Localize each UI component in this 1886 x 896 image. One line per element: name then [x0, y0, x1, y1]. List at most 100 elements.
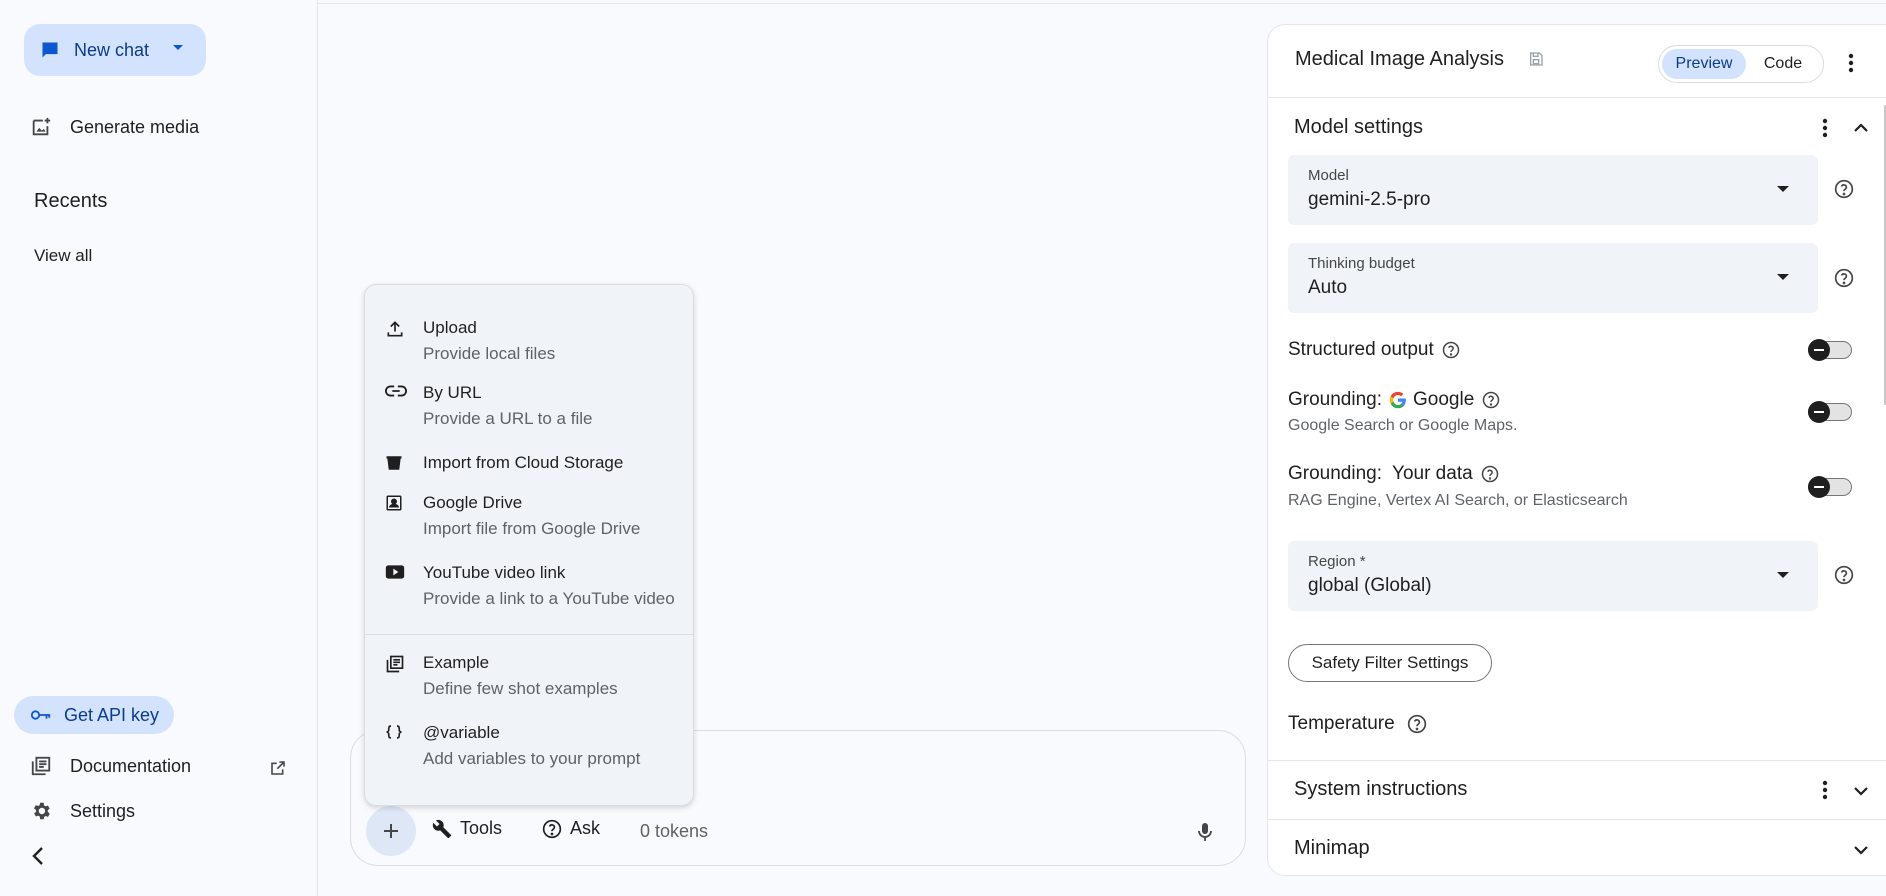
- help-icon[interactable]: [1834, 565, 1854, 585]
- view-all-link[interactable]: View all: [34, 246, 92, 266]
- youtube-icon: [385, 564, 409, 610]
- structured-output-row: Structured output: [1288, 339, 1460, 361]
- documentation-label: Documentation: [70, 755, 192, 776]
- recents-heading: Recents: [34, 190, 108, 212]
- minimap-title[interactable]: Minimap: [1294, 837, 1370, 860]
- chat-icon: [40, 40, 60, 60]
- menu-item-example[interactable]: Example Define few shot examples: [385, 652, 618, 700]
- new-chat-button[interactable]: New chat: [24, 24, 206, 76]
- temperature-label: Temperature: [1288, 713, 1395, 734]
- preview-tab[interactable]: Preview: [1662, 49, 1746, 79]
- thinking-budget-select[interactable]: Thinking budget Auto: [1288, 243, 1818, 313]
- more-vert-icon[interactable]: [1822, 118, 1828, 138]
- menu-item-variable[interactable]: @variable Add variables to your prompt: [385, 722, 640, 770]
- thinking-budget-label: Thinking budget: [1308, 255, 1415, 272]
- region-label: Region *: [1308, 553, 1366, 570]
- grounding-google-row: Grounding: Google: [1288, 389, 1500, 411]
- menu-item-title: By URL: [423, 383, 482, 402]
- token-count: 0 tokens: [640, 821, 709, 841]
- menu-divider: [365, 634, 693, 635]
- code-tab[interactable]: Code: [1746, 55, 1820, 73]
- save-icon[interactable]: [1528, 51, 1544, 67]
- google-logo-icon: [1389, 391, 1407, 409]
- section-divider: [1268, 819, 1886, 820]
- help-icon[interactable]: [1482, 391, 1500, 409]
- structured-output-label: Structured output: [1288, 339, 1434, 360]
- more-vert-icon[interactable]: [1822, 780, 1828, 800]
- more-vert-icon[interactable]: [1848, 53, 1854, 73]
- menu-item-google-drive[interactable]: Google Drive Import file from Google Dri…: [385, 492, 640, 540]
- menu-item-cloud-storage[interactable]: Import from Cloud Storage: [385, 452, 623, 474]
- grounding-google-name: Google: [1413, 389, 1475, 410]
- add-content-button[interactable]: [366, 806, 416, 856]
- settings-label: Settings: [70, 800, 136, 821]
- menu-item-title: YouTube video link: [423, 563, 566, 582]
- plus-icon: [382, 822, 400, 840]
- tools-button[interactable]: Tools: [432, 818, 502, 839]
- dropdown-arrow-icon: [1776, 571, 1790, 579]
- section-divider: [1268, 760, 1886, 761]
- tools-label: Tools: [460, 818, 503, 838]
- chevron-up-icon[interactable]: [1854, 123, 1868, 133]
- grounding-google-description: Google Search or Google Maps.: [1288, 417, 1518, 434]
- menu-item-subtitle: Define few shot examples: [423, 679, 618, 698]
- link-icon: [385, 384, 409, 430]
- menu-item-title: Upload: [423, 318, 477, 337]
- model-settings-title[interactable]: Model settings: [1294, 116, 1423, 139]
- grounding-google-prefix: Grounding:: [1288, 389, 1383, 410]
- model-select[interactable]: Model gemini-2.5-pro: [1288, 155, 1818, 225]
- menu-item-upload[interactable]: Upload Provide local files: [385, 317, 555, 365]
- model-value: gemini-2.5-pro: [1308, 189, 1431, 210]
- menu-item-by-url[interactable]: By URL Provide a URL to a file: [385, 382, 592, 430]
- variable-icon: [385, 724, 409, 770]
- help-icon[interactable]: [1834, 179, 1854, 199]
- run-settings-panel: Medical Image Analysis Preview Code Mode…: [1267, 24, 1886, 876]
- chevron-down-icon[interactable]: [1854, 845, 1868, 855]
- new-chat-label: New chat: [74, 39, 150, 60]
- top-divider: [318, 0, 1886, 4]
- ask-label: Ask: [570, 818, 601, 838]
- settings-link[interactable]: Settings: [30, 800, 135, 822]
- help-icon[interactable]: [1834, 268, 1854, 288]
- menu-item-title: Example: [423, 653, 490, 672]
- help-icon[interactable]: [1481, 465, 1499, 483]
- help-icon[interactable]: [1407, 714, 1427, 734]
- open-in-new-icon[interactable]: [270, 760, 286, 776]
- help-circle-icon: [542, 819, 562, 839]
- ask-button[interactable]: Ask: [542, 818, 600, 839]
- get-api-key-button[interactable]: Get API key: [14, 696, 174, 734]
- menu-item-subtitle: Add variables to your prompt: [423, 749, 641, 768]
- menu-item-subtitle: Provide local files: [423, 344, 556, 363]
- microphone-icon[interactable]: [1198, 822, 1212, 842]
- add-content-menu: Upload Provide local files By URL Provid…: [364, 284, 694, 806]
- prompt-title[interactable]: Medical Image Analysis: [1295, 48, 1504, 71]
- chevron-down-icon[interactable]: [172, 44, 184, 52]
- grounding-data-name: Your data: [1392, 463, 1473, 484]
- grounding-data-row: Grounding: Your data: [1288, 463, 1499, 485]
- region-value: global (Global): [1308, 575, 1432, 596]
- dropdown-arrow-icon: [1776, 273, 1790, 281]
- region-select[interactable]: Region * global (Global): [1288, 541, 1818, 611]
- temperature-row: Temperature: [1288, 713, 1427, 735]
- grounding-google-toggle[interactable]: [1808, 401, 1852, 423]
- grounding-data-prefix: Grounding:: [1288, 463, 1383, 484]
- model-label: Model: [1308, 167, 1349, 184]
- menu-item-youtube[interactable]: YouTube video link Provide a link to a Y…: [385, 562, 675, 610]
- documentation-icon: [30, 755, 52, 777]
- documentation-link[interactable]: Documentation: [30, 755, 191, 777]
- toggle-knob: [1808, 476, 1830, 498]
- generate-media-link[interactable]: Generate media: [30, 116, 199, 138]
- view-mode-toggle: Preview Code: [1658, 45, 1824, 83]
- menu-item-subtitle: Provide a URL to a file: [423, 409, 593, 428]
- safety-filter-settings-button[interactable]: Safety Filter Settings: [1288, 644, 1492, 682]
- help-icon[interactable]: [1442, 341, 1460, 359]
- toggle-knob: [1808, 401, 1830, 423]
- grounding-data-toggle[interactable]: [1808, 476, 1852, 498]
- gear-icon: [30, 800, 52, 822]
- system-instructions-title[interactable]: System instructions: [1294, 778, 1467, 801]
- structured-output-toggle[interactable]: [1808, 339, 1852, 361]
- chevron-left-icon[interactable]: [30, 846, 46, 866]
- chevron-down-icon[interactable]: [1854, 786, 1868, 796]
- menu-item-title: @variable: [423, 723, 500, 742]
- key-icon: [30, 708, 52, 722]
